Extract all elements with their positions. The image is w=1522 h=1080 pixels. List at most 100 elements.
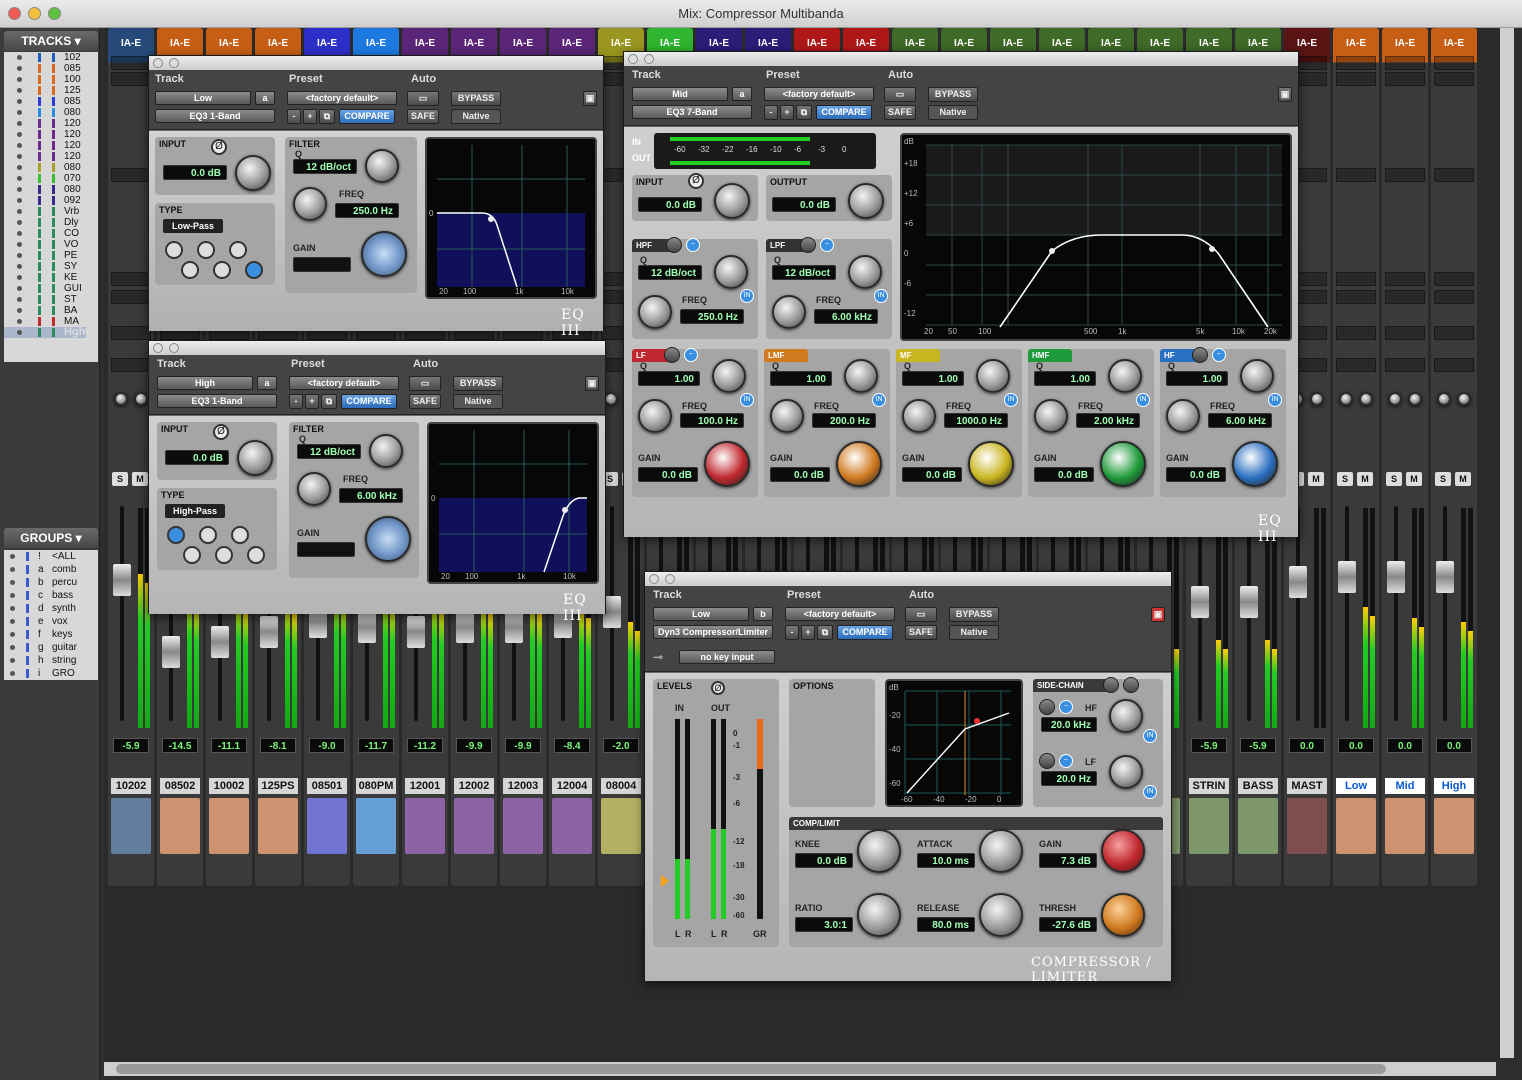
track-visibility-icon[interactable] [17, 77, 22, 82]
fader-cap[interactable] [1387, 561, 1405, 593]
track-name[interactable]: 10002 [209, 778, 249, 794]
automation-mode-selector[interactable] [111, 326, 151, 340]
compare-button[interactable]: COMPARE [837, 625, 893, 640]
band-gain-value[interactable]: 0.0 dB [638, 467, 698, 482]
insert-slot[interactable] [1434, 56, 1474, 70]
copy-settings-icon[interactable]: ⧉ [319, 109, 335, 124]
fader-cap[interactable] [358, 611, 376, 643]
track-name[interactable]: 12002 [454, 778, 494, 794]
group-list-item[interactable]: ! <ALL [4, 550, 98, 563]
track-list-item[interactable]: 120 [4, 140, 98, 151]
band-gain-value[interactable]: 0.0 dB [1166, 467, 1226, 482]
gain-value[interactable]: 7.3 dB [1039, 853, 1097, 868]
hpf-enable-button[interactable] [666, 237, 682, 253]
slope-knob[interactable] [365, 149, 399, 183]
window-expand-icon[interactable]: ▣ [1151, 607, 1165, 622]
track-name[interactable]: High [1434, 778, 1474, 794]
group-active-icon[interactable] [10, 593, 15, 598]
lpf-in-button[interactable]: IN [874, 289, 888, 303]
band-q-knob[interactable] [1240, 359, 1274, 393]
volume-readout[interactable]: -11.1 [211, 738, 247, 753]
track-name[interactable]: STRIN [1189, 778, 1229, 794]
group-active-icon[interactable] [10, 619, 15, 624]
group-active-icon[interactable] [10, 632, 15, 637]
bypass-button[interactable]: BYPASS [949, 607, 999, 622]
insert-slot[interactable] [1434, 72, 1474, 86]
band-gain-knob[interactable] [836, 441, 882, 487]
pan-knob[interactable] [1437, 392, 1451, 406]
copy-settings-icon[interactable]: ⧉ [817, 625, 833, 640]
ratio-value[interactable]: 3.0:1 [795, 917, 853, 932]
output-selector[interactable] [1385, 290, 1425, 304]
group-list-item[interactable]: e vox [4, 615, 98, 628]
band-freq-knob[interactable] [1034, 399, 1068, 433]
automation-icon[interactable]: ▭ [407, 91, 439, 106]
automation-icon[interactable]: ▭ [884, 87, 916, 102]
track-list-item[interactable]: 102 [4, 52, 98, 63]
lpf-freq-value[interactable]: 6.00 kHz [814, 309, 878, 324]
io-selector[interactable] [1434, 272, 1474, 286]
preset-selector[interactable]: <factory default> [287, 91, 397, 105]
track-visibility-icon[interactable] [17, 110, 22, 115]
track-name[interactable]: 08004 [601, 778, 641, 794]
insert-slot[interactable] [1336, 72, 1376, 86]
track-list-item[interactable]: SY [4, 261, 98, 272]
group-active-icon[interactable] [10, 606, 15, 611]
track-list-item[interactable]: 080 [4, 107, 98, 118]
hpf-slope-knob[interactable] [714, 255, 748, 289]
band-gain-value[interactable]: 0.0 dB [1034, 467, 1094, 482]
preset-prev-button[interactable]: - [289, 394, 303, 409]
track-visibility-icon[interactable] [17, 132, 22, 137]
attack-value[interactable]: 10.0 ms [917, 853, 975, 868]
minimize-plugin-button[interactable] [169, 343, 179, 353]
band-gain-knob[interactable] [1232, 441, 1278, 487]
track-list-item[interactable]: 120 [4, 151, 98, 162]
copy-settings-icon[interactable]: ⧉ [796, 105, 812, 120]
preset-next-button[interactable]: + [303, 109, 317, 124]
pan-knob[interactable] [134, 392, 148, 406]
track-list-item[interactable]: VO [4, 239, 98, 250]
band-gain-knob[interactable] [704, 441, 750, 487]
group-list-item[interactable]: g guitar [4, 641, 98, 654]
minimize-plugin-button[interactable] [665, 574, 675, 584]
notch-type-icon[interactable] [215, 546, 233, 564]
copy-settings-icon[interactable]: ⧉ [321, 394, 337, 409]
track-insert-selector[interactable]: a [257, 376, 277, 390]
pan-knob[interactable] [1310, 392, 1324, 406]
track-list-item[interactable]: 092 [4, 195, 98, 206]
volume-readout[interactable]: 0.0 [1436, 738, 1472, 753]
tracks-header[interactable]: TRACKS ▾ [4, 31, 98, 51]
insert-slot[interactable] [111, 56, 151, 70]
track-list-item[interactable]: Dly [4, 217, 98, 228]
volume-readout[interactable]: -11.7 [358, 738, 394, 753]
hf-in-button[interactable]: IN [1143, 729, 1157, 743]
volume-fader[interactable] [112, 506, 132, 726]
ratio-knob[interactable] [857, 893, 901, 937]
band-q-value[interactable]: 1.00 [902, 371, 964, 386]
group-list-item[interactable]: f keys [4, 628, 98, 641]
input-knob[interactable] [714, 183, 750, 219]
band-in-button[interactable]: IN [1136, 393, 1150, 407]
track-visibility-icon[interactable] [17, 231, 22, 236]
phase-invert-icon[interactable]: Ø [213, 424, 229, 440]
volume-fader[interactable] [1435, 506, 1455, 726]
volume-readout[interactable]: -14.5 [162, 738, 198, 753]
hpf-in-button[interactable]: IN [740, 289, 754, 303]
close-plugin-button[interactable] [649, 574, 659, 584]
fader-cap[interactable] [1191, 586, 1209, 618]
track-list-item[interactable]: 100 [4, 74, 98, 85]
volume-readout[interactable]: -2.0 [603, 738, 639, 753]
vertical-scrollbar[interactable] [1500, 28, 1514, 1058]
track-list-item[interactable]: KE [4, 272, 98, 283]
bypass-button[interactable]: BYPASS [928, 87, 978, 102]
track-insert-selector[interactable]: b [753, 607, 773, 621]
mute-button[interactable]: M [1308, 472, 1324, 486]
automation-mode-selector[interactable] [1434, 326, 1474, 340]
thresh-value[interactable]: -27.6 dB [1039, 917, 1097, 932]
insert-slot[interactable] [1385, 72, 1425, 86]
send-slot[interactable] [1434, 168, 1474, 182]
release-knob[interactable] [979, 893, 1023, 937]
low-shelf-type-icon[interactable] [165, 241, 183, 259]
band-freq-value[interactable]: 1000.0 Hz [944, 413, 1008, 428]
track-list-item[interactable]: 120 [4, 118, 98, 129]
